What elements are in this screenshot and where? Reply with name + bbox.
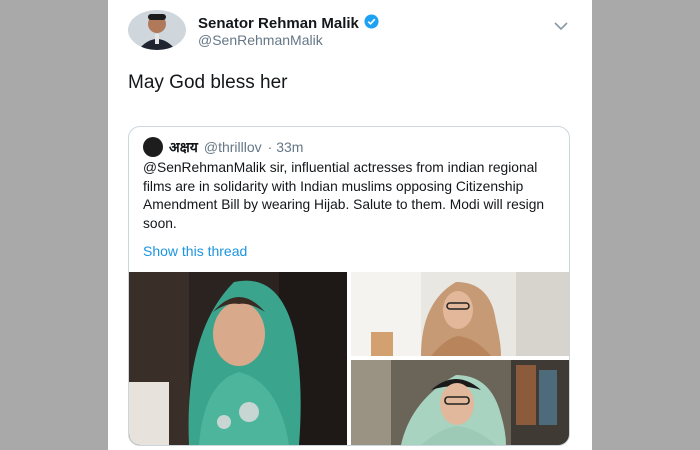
photo-woman-glasses-hijab[interactable] bbox=[351, 272, 569, 356]
author-name[interactable]: Senator Rehman Malik bbox=[198, 15, 359, 32]
verified-badge-icon bbox=[364, 14, 379, 33]
quoted-tweet[interactable]: अक्षय @thrilllov · 33m @SenRehmanMalik s… bbox=[128, 126, 570, 446]
quoted-tweet-time: · 33m bbox=[267, 139, 304, 155]
quoted-tweet-header: अक्षय @thrilllov · 33m bbox=[143, 137, 303, 157]
tweet-card: Senator Rehman Malik @SenRehmanMalik May… bbox=[108, 0, 592, 450]
author-name-row: Senator Rehman Malik bbox=[198, 14, 379, 33]
quoted-author-handle[interactable]: @thrilllov bbox=[204, 139, 262, 155]
show-thread-link[interactable]: Show this thread bbox=[143, 243, 247, 259]
photo-woman-teal-hijab[interactable] bbox=[129, 272, 347, 445]
chevron-down-icon[interactable] bbox=[554, 18, 568, 31]
quoted-tweet-text: @SenRehmanMalik sir, influential actress… bbox=[143, 160, 545, 231]
author-handle[interactable]: @SenRehmanMalik bbox=[198, 32, 323, 48]
photo-woman-mint-hijab[interactable] bbox=[351, 360, 569, 445]
tweet-text: May God bless her bbox=[128, 72, 288, 93]
author-avatar[interactable] bbox=[128, 10, 186, 50]
quoted-author-name[interactable]: अक्षय bbox=[169, 138, 198, 157]
quoted-author-avatar[interactable] bbox=[143, 137, 163, 157]
